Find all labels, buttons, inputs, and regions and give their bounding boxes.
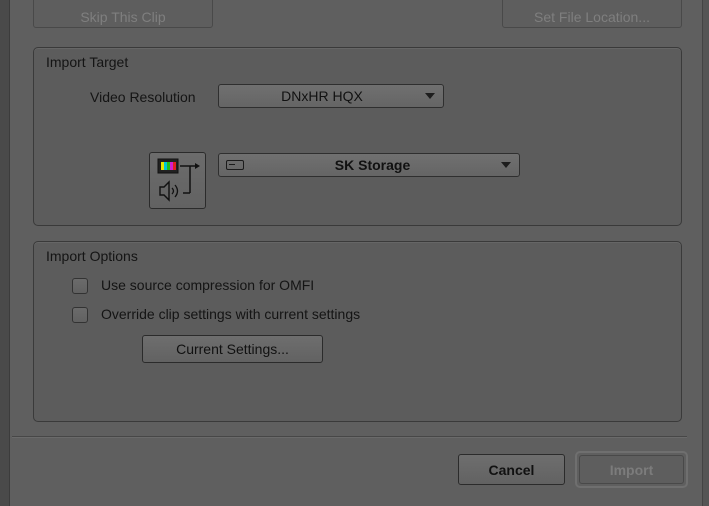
use-source-compression-label[interactable]: Use source compression for OMFI [101, 277, 314, 293]
skip-this-clip-button[interactable]: Skip This Clip [33, 0, 213, 28]
routing-graphic [157, 158, 200, 202]
cancel-label: Cancel [488, 461, 535, 478]
import-button[interactable]: Import [579, 455, 684, 484]
chevron-down-icon [501, 162, 511, 168]
video-resolution-dropdown[interactable]: DNxHR HQX [218, 84, 444, 108]
storage-value: SK Storage [334, 157, 411, 173]
drive-icon [226, 160, 244, 170]
override-clip-settings-checkbox[interactable] [72, 307, 88, 323]
window-right-edge [702, 0, 709, 506]
set-file-location-button[interactable]: Set File Location... [502, 0, 682, 28]
set-file-location-label: Set File Location... [534, 9, 650, 25]
current-settings-button[interactable]: Current Settings... [142, 335, 323, 363]
skip-this-clip-label: Skip This Clip [80, 9, 166, 25]
import-options-title: Import Options [46, 248, 138, 264]
import-target-group: Import Target Video Resolution DNxHR HQX… [33, 47, 682, 226]
import-target-title: Import Target [46, 54, 129, 70]
current-settings-label: Current Settings... [176, 341, 289, 357]
use-source-compression-checkbox[interactable] [72, 278, 88, 294]
video-resolution-value: DNxHR HQX [281, 88, 363, 104]
override-clip-settings-label[interactable]: Override clip settings with current sett… [101, 306, 360, 322]
storage-dropdown[interactable]: SK Storage [218, 153, 520, 177]
footer-divider [12, 436, 687, 437]
import-label: Import [609, 461, 654, 478]
import-options-group: Import Options Use source compression fo… [33, 241, 682, 422]
window-left-edge [0, 0, 10, 506]
video-audio-routing-icon[interactable] [149, 152, 206, 209]
cancel-button[interactable]: Cancel [458, 454, 565, 485]
video-resolution-label: Video Resolution [90, 89, 196, 105]
chevron-down-icon [425, 93, 435, 99]
